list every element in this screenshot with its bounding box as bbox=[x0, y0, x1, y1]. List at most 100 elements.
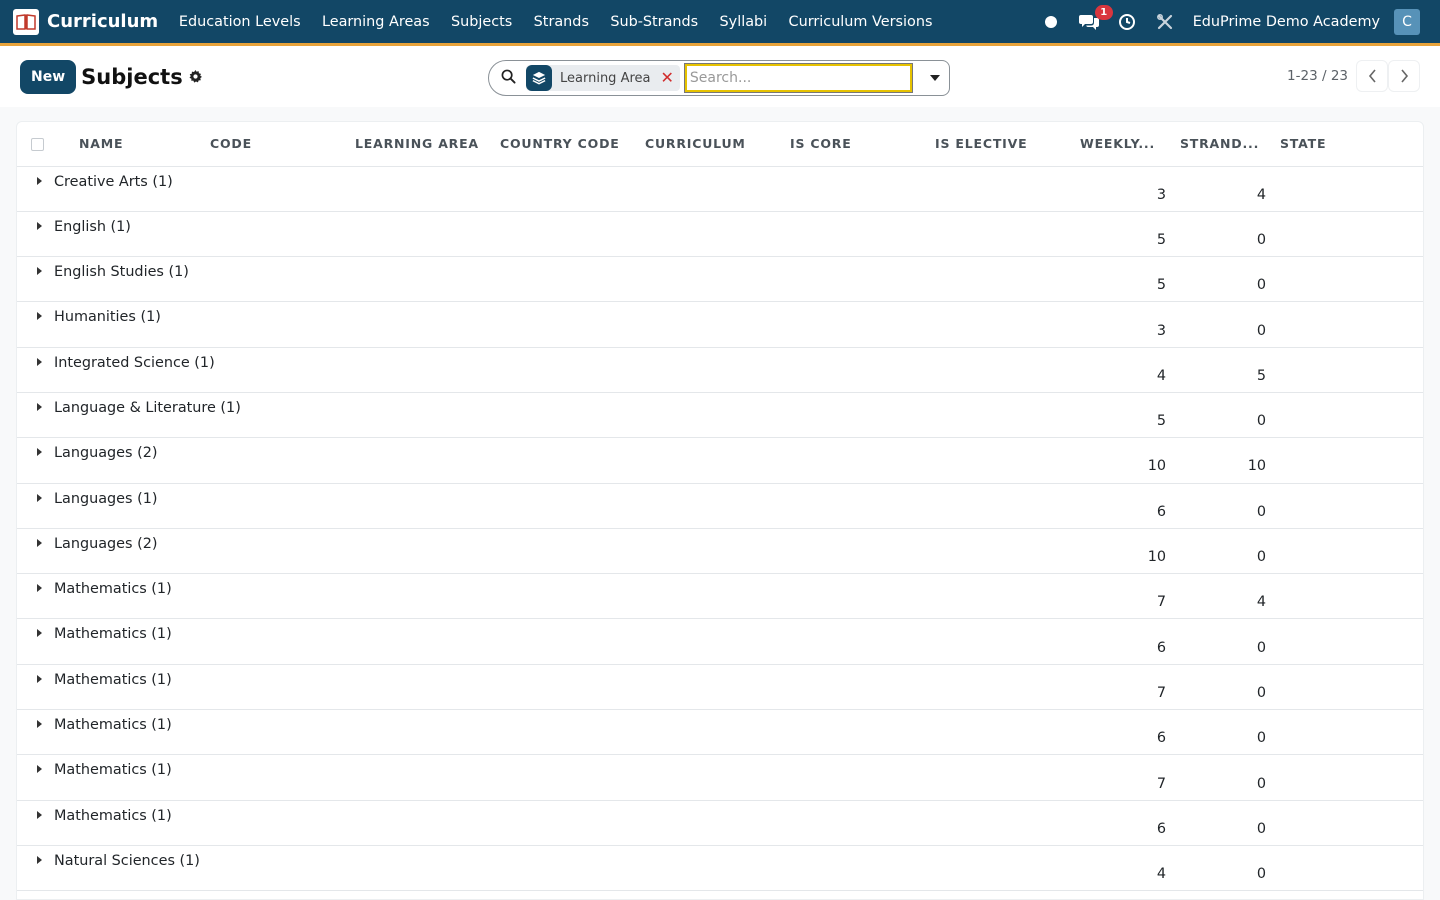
group-row[interactable]: Mathematics (1) 7 0 bbox=[17, 754, 1423, 801]
weekly-lessons-sum: 3 bbox=[1080, 301, 1180, 348]
user-avatar[interactable]: C bbox=[1394, 8, 1420, 35]
group-name-cell[interactable]: Mathematics (1) bbox=[17, 573, 1080, 620]
list-view: NAME CODE LEARNING AREA COUNTRY CODE CUR… bbox=[16, 121, 1424, 900]
menu-item[interactable]: Sub-Strands bbox=[600, 14, 709, 30]
column-header[interactable]: LEARNING AREA bbox=[355, 122, 500, 167]
group-row[interactable]: English (1) 5 0 bbox=[17, 211, 1423, 258]
group-name-cell[interactable]: Languages (2) bbox=[17, 528, 1080, 575]
column-header[interactable]: STRAND... bbox=[1180, 122, 1280, 167]
caret-right-icon bbox=[37, 312, 42, 321]
menu-item[interactable]: Subjects bbox=[440, 14, 523, 30]
group-name-cell[interactable]: English Studies (1) bbox=[17, 256, 1080, 303]
group-row[interactable]: Integrated Science (1) 4 5 bbox=[17, 347, 1423, 393]
group-name-cell[interactable]: English (1) bbox=[17, 211, 1080, 258]
weekly-lessons-sum: 4 bbox=[1080, 845, 1180, 892]
page-title: Subjects bbox=[81, 64, 183, 89]
state-cell bbox=[1280, 664, 1423, 711]
group-row[interactable]: Mathematics (1) 7 0 bbox=[17, 664, 1423, 711]
group-row[interactable]: Language & Literature (1) 5 0 bbox=[17, 392, 1423, 439]
strand-count-sum: 10 bbox=[1180, 437, 1280, 484]
menu-item[interactable]: Strands bbox=[523, 14, 600, 30]
group-label: Mathematics (1) bbox=[54, 762, 172, 779]
status-dot-icon[interactable] bbox=[1041, 12, 1061, 32]
group-row[interactable]: Languages (2) 10 10 bbox=[17, 437, 1423, 484]
strand-count-sum: 0 bbox=[1180, 754, 1280, 801]
gear-icon[interactable] bbox=[189, 70, 202, 83]
new-button[interactable]: New bbox=[20, 59, 77, 94]
pager-next-button[interactable] bbox=[1388, 60, 1420, 92]
group-name-cell[interactable]: Languages (2) bbox=[17, 437, 1080, 484]
group-name-cell[interactable]: Integrated Science (1) bbox=[17, 347, 1080, 393]
column-header[interactable]: COUNTRY CODE bbox=[500, 122, 645, 167]
group-name-cell[interactable]: Mathematics (1) bbox=[17, 709, 1080, 756]
group-name-cell[interactable]: Mathematics (1) bbox=[17, 800, 1080, 846]
group-name-cell[interactable]: Creative Arts (1) bbox=[17, 166, 1080, 212]
pager-previous-button[interactable] bbox=[1356, 60, 1388, 92]
menu-item[interactable]: Syllabi bbox=[709, 14, 778, 30]
group-name-cell[interactable]: Mathematics (1) bbox=[17, 618, 1080, 665]
group-label: English Studies (1) bbox=[54, 264, 189, 281]
weekly-lessons-sum: 5 bbox=[1080, 211, 1180, 258]
caret-right-icon bbox=[37, 493, 42, 502]
column-header[interactable]: IS CORE bbox=[790, 122, 935, 167]
menu-item[interactable]: Curriculum Versions bbox=[778, 14, 943, 30]
caret-right-icon bbox=[37, 629, 42, 638]
strand-count-sum: 0 bbox=[1180, 392, 1280, 439]
app-title: Curriculum bbox=[47, 11, 159, 32]
strand-count-sum: 0 bbox=[1180, 211, 1280, 258]
group-row[interactable]: Languages (2) 10 0 bbox=[17, 528, 1423, 575]
group-row[interactable]: Mathematics (1) 6 0 bbox=[17, 618, 1423, 665]
strand-count-sum: 4 bbox=[1180, 166, 1280, 212]
weekly-lessons-sum: 3 bbox=[1080, 166, 1180, 212]
group-row[interactable]: Languages (1) 6 0 bbox=[17, 483, 1423, 529]
group-name-cell[interactable]: Mathematics (1) bbox=[17, 664, 1080, 711]
group-row[interactable]: Mathematics (1) 6 0 bbox=[17, 800, 1423, 846]
column-header[interactable]: IS ELECTIVE bbox=[935, 122, 1080, 167]
column-header[interactable]: STATE bbox=[1280, 122, 1423, 167]
strand-count-sum: 0 bbox=[1180, 845, 1280, 892]
search-options-toggle[interactable] bbox=[920, 60, 950, 96]
company-switcher[interactable]: EduPrime Demo Academy bbox=[1193, 14, 1380, 30]
strand-count-sum: 0 bbox=[1180, 800, 1280, 846]
caret-right-icon bbox=[37, 584, 42, 593]
group-row[interactable]: Mathematics (1) 6 0 bbox=[17, 709, 1423, 756]
select-all-checkbox[interactable] bbox=[17, 122, 65, 167]
group-name-cell[interactable]: Humanities (1) bbox=[17, 301, 1080, 348]
group-row[interactable]: English Studies (1) 5 0 bbox=[17, 256, 1423, 303]
column-header[interactable]: NAME bbox=[65, 122, 210, 167]
group-name-cell[interactable]: Natural Sciences (1) bbox=[17, 845, 1080, 892]
state-cell bbox=[1280, 709, 1423, 756]
group-by-facet[interactable]: Learning Area ✕ bbox=[526, 65, 680, 91]
weekly-lessons-sum: 10 bbox=[1080, 528, 1180, 575]
search-input[interactable] bbox=[683, 63, 913, 93]
group-row[interactable]: Humanities (1) 3 0 bbox=[17, 301, 1423, 348]
state-cell bbox=[1280, 618, 1423, 665]
column-header[interactable]: CODE bbox=[210, 122, 355, 167]
group-row[interactable]: Natural Sciences (1) 4 0 bbox=[17, 845, 1423, 892]
column-header[interactable]: WEEKLY... bbox=[1080, 122, 1180, 167]
messages-icon[interactable]: 1 bbox=[1078, 4, 1113, 32]
search-box[interactable]: Learning Area ✕ bbox=[488, 60, 921, 96]
group-label: English (1) bbox=[54, 218, 131, 235]
app-brand[interactable]: Curriculum bbox=[0, 0, 168, 43]
pager-value[interactable]: 1-23 / 23 bbox=[1287, 68, 1348, 84]
state-cell bbox=[1280, 211, 1423, 258]
menu-item[interactable]: Education Levels bbox=[168, 14, 311, 30]
group-name-cell[interactable]: Language & Literature (1) bbox=[17, 392, 1080, 439]
facet-remove-icon[interactable]: ✕ bbox=[661, 70, 674, 86]
state-cell bbox=[1280, 392, 1423, 439]
search-panel: Learning Area ✕ bbox=[488, 60, 950, 96]
menu-item[interactable]: Learning Areas bbox=[311, 14, 440, 30]
group-row[interactable]: Mathematics (1) 7 4 bbox=[17, 573, 1423, 620]
group-name-cell[interactable]: Mathematics (1) bbox=[17, 754, 1080, 801]
clock-icon[interactable] bbox=[1117, 12, 1137, 32]
group-row[interactable]: Creative Arts (1) 3 4 bbox=[17, 166, 1423, 212]
weekly-lessons-sum: 7 bbox=[1080, 573, 1180, 620]
tools-icon[interactable] bbox=[1155, 12, 1175, 32]
group-label: Language & Literature (1) bbox=[54, 399, 241, 416]
weekly-lessons-sum: 6 bbox=[1080, 800, 1180, 846]
group-name-cell[interactable]: Languages (1) bbox=[17, 483, 1080, 529]
group-label: Mathematics (1) bbox=[54, 807, 172, 824]
caret-right-icon bbox=[37, 402, 42, 411]
column-header[interactable]: CURRICULUM bbox=[645, 122, 790, 167]
